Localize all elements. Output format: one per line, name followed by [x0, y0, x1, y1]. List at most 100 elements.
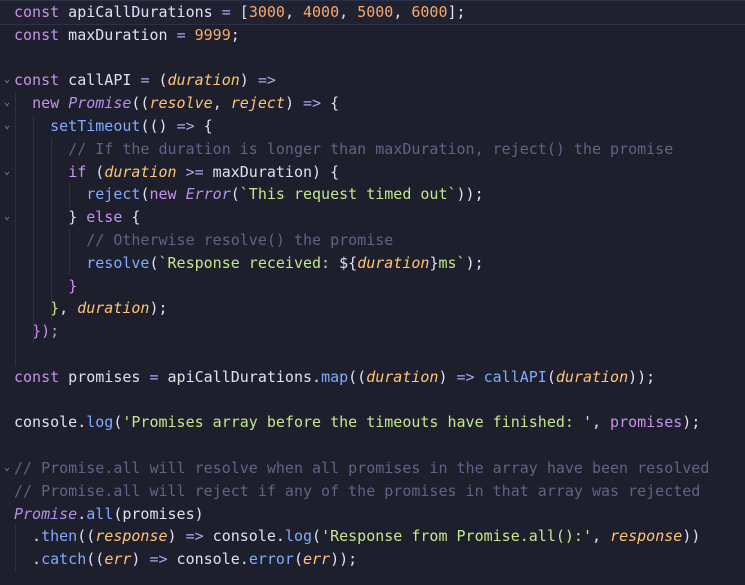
code-token: }	[68, 276, 78, 295]
code-text: const callAPI = (duration) =>	[14, 69, 276, 92]
code-token: apiCallDurations	[59, 3, 222, 21]
code-text: Promise.all(promises)	[14, 503, 204, 526]
code-token: const	[14, 367, 60, 386]
code-line[interactable]: ⌄ setTimeout(() => {	[0, 115, 745, 138]
code-token: log	[284, 527, 313, 546]
code-token: ((	[86, 550, 105, 569]
code-line[interactable]: ⌄ new Promise((resolve, reject) => {	[0, 92, 745, 115]
code-text: const apiCallDurations = [3000, 4000, 50…	[14, 1, 466, 24]
code-token: err	[104, 550, 132, 569]
code-token: );	[465, 253, 484, 272]
code-line[interactable]	[0, 47, 745, 70]
chevron-down-icon[interactable]: ⌄	[1, 206, 13, 229]
code-line[interactable]: ⌄ const callAPI = (duration) =>	[0, 69, 745, 92]
code-line[interactable]	[0, 389, 745, 412]
code-line[interactable]: reject(new Error(`This request timed out…	[0, 183, 745, 206]
code-token: =	[149, 367, 159, 386]
code-line[interactable]: }, duration);	[0, 297, 745, 320]
code-token: 6000	[411, 3, 448, 21]
code-token: ((	[77, 527, 96, 546]
code-token: else	[77, 208, 132, 227]
code-token: ms`	[438, 253, 466, 272]
code-token: maxDuration) {	[203, 162, 340, 181]
code-line[interactable]: // If the duration is longer than maxDur…	[0, 138, 745, 161]
chevron-down-icon[interactable]: ⌄	[1, 457, 13, 480]
code-token: =	[176, 25, 186, 44]
code-token: (	[546, 367, 556, 386]
code-line[interactable]: Promise.all(promises)	[0, 503, 745, 526]
code-line[interactable]: });	[0, 320, 745, 343]
code-token: )	[131, 550, 150, 569]
code-token: promises	[59, 367, 150, 386]
code-line[interactable]: // Otherwise resolve() the promise	[0, 229, 745, 252]
chevron-down-icon[interactable]: ⌄	[1, 115, 13, 138]
code-line[interactable]: ⌄// Promise.all will resolve when all pr…	[0, 457, 745, 480]
code-token: Error	[185, 185, 231, 204]
code-token: (()	[140, 117, 177, 135]
code-text: const promises = apiCallDurations.map((d…	[14, 366, 655, 389]
chevron-down-icon[interactable]: ⌄	[1, 161, 13, 184]
code-token: 3000	[248, 3, 285, 21]
code-line[interactable]: ⌄ } else {	[0, 206, 745, 229]
code-token: });	[32, 322, 60, 341]
code-line[interactable]: ⌄ if (duration >= maxDuration) {	[0, 161, 745, 184]
code-text: new Promise((resolve, reject) => {	[14, 92, 339, 115]
code-line[interactable]: // Promise.all will reject if any of the…	[0, 480, 745, 503]
code-token: .	[77, 504, 87, 523]
code-token: map	[321, 367, 349, 386]
code-editor[interactable]: const apiCallDurations = [3000, 4000, 50…	[0, 0, 745, 585]
code-line[interactable]: console.log('Promises array before the t…	[0, 411, 745, 434]
code-token: response	[610, 527, 683, 546]
code-token: [	[230, 3, 249, 21]
code-token: )	[284, 94, 303, 113]
code-token: reject	[86, 185, 141, 204]
code-text: resolve(`Response received: ${duration}m…	[14, 252, 484, 275]
code-line[interactable]: const maxDuration = 9999;	[0, 24, 745, 47]
code-token: (	[149, 71, 168, 90]
code-token: (	[312, 527, 322, 546]
code-token: `Response received:	[158, 253, 340, 272]
code-line[interactable]	[0, 343, 745, 366]
code-token: ,	[59, 299, 78, 318]
code-line[interactable]	[0, 434, 745, 457]
code-token: ));	[330, 550, 358, 569]
code-token: ;	[230, 25, 240, 44]
code-token: >=	[185, 162, 204, 181]
indent-guide	[33, 115, 35, 343]
code-token: {	[194, 117, 213, 135]
code-line[interactable]: .catch((err) => console.error(err));	[0, 548, 745, 571]
code-line[interactable]: const promises = apiCallDurations.map((d…	[0, 366, 745, 389]
code-token: log	[86, 413, 114, 432]
code-token: promises	[610, 413, 683, 432]
chevron-down-icon[interactable]: ⌄	[1, 92, 13, 115]
code-token: .	[14, 527, 42, 546]
code-token: resolve	[86, 253, 150, 272]
code-token: =>	[456, 367, 475, 386]
code-line[interactable]: }	[0, 275, 745, 298]
code-line[interactable]: resolve(`Response received: ${duration}m…	[0, 252, 745, 275]
code-token: 'Promises array before the timeouts have…	[122, 413, 592, 432]
code-token: setTimeout	[50, 117, 141, 135]
code-text: if (duration >= maxDuration) {	[14, 161, 339, 184]
code-line[interactable]: const apiCallDurations = [3000, 4000, 50…	[0, 0, 745, 25]
chevron-down-icon[interactable]: ⌄	[1, 69, 13, 92]
code-line[interactable]: .then((response) => console.log('Respons…	[0, 525, 745, 548]
code-token: resolve	[149, 94, 213, 113]
code-token: error	[248, 550, 294, 569]
code-token: }	[68, 208, 78, 227]
indent-guide	[69, 183, 71, 207]
indent-guide	[51, 137, 53, 321]
code-token: ];	[447, 3, 466, 21]
code-token: (	[86, 162, 105, 181]
code-token: maxDuration	[59, 25, 177, 44]
